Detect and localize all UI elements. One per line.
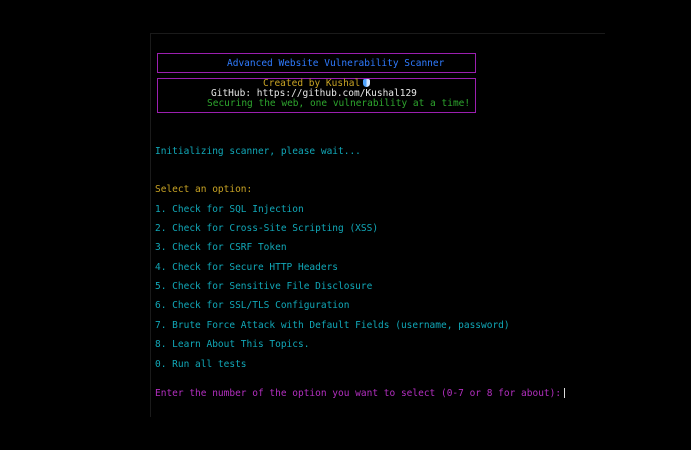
menu-item-7: 7. Brute Force Attack with Default Field… [155,320,510,331]
banner-title: Advanced Website Vulnerability Scanner [227,58,445,69]
menu-item-3: 3. Check for CSRF Token [155,242,287,253]
menu-heading: Select an option: [155,184,253,195]
menu-item-0: 0. Run all tests [155,359,247,370]
input-prompt[interactable]: Enter the number of the option you want … [155,388,566,399]
menu-item-8: 8. Learn About This Topics. [155,339,310,350]
shield-icon [363,79,371,87]
input-prompt-text: Enter the number of the option you want … [155,388,562,399]
status-message: Initializing scanner, please wait... [155,146,361,157]
menu-item-6: 6. Check for SSL/TLS Configuration [155,300,350,311]
menu-item-5: 5. Check for Sensitive File Disclosure [155,281,373,292]
tagline: Securing the web, one vulnerability at a… [207,98,471,109]
menu-item-2: 2. Check for Cross-Site Scripting (XSS) [155,223,379,234]
menu-item-1: 1. Check for SQL Injection [155,204,304,215]
menu-item-4: 4. Check for Secure HTTP Headers [155,262,339,273]
text-cursor [564,388,566,398]
